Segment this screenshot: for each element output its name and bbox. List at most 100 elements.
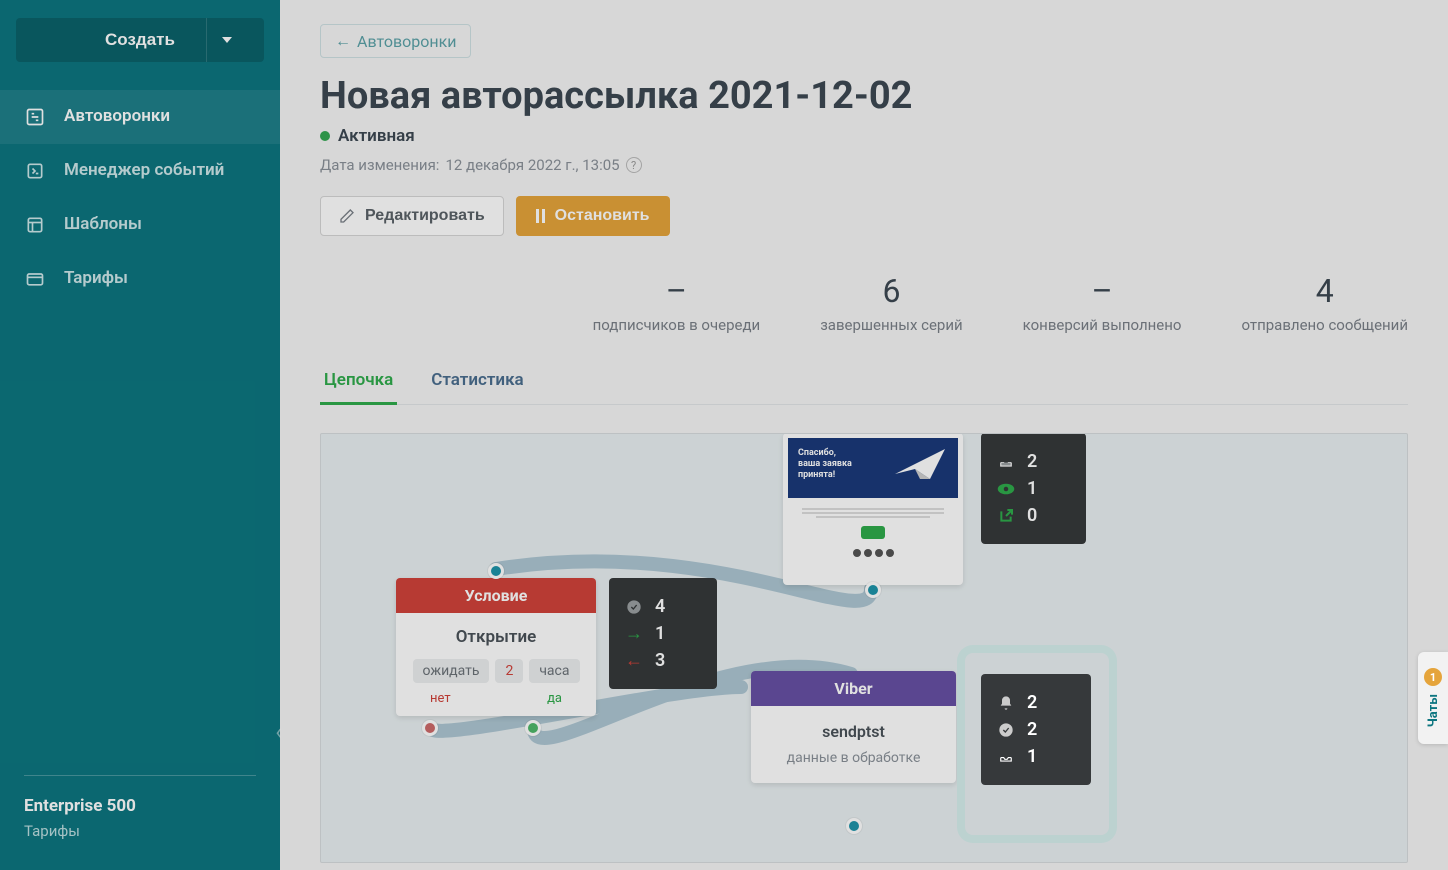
- stat-value: 4: [1241, 272, 1408, 310]
- node-anchor[interactable]: [846, 818, 862, 834]
- chat-label: Чаты: [1426, 694, 1441, 727]
- viber-subtitle: данные в обработке: [763, 749, 944, 767]
- viber-header: Viber: [751, 671, 956, 706]
- back-link[interactable]: ← Автоворонки: [320, 24, 471, 58]
- sidebar-item-label: Менеджер событий: [64, 160, 224, 180]
- status-row: Активная: [320, 126, 1408, 146]
- sidebar-item-templates[interactable]: Шаблоны: [0, 198, 280, 252]
- pricing-icon: [24, 268, 46, 290]
- modified-date: Дата изменения: 12 декабря 2022 г., 13:0…: [320, 156, 1408, 174]
- stat-label: отправлено сообщений: [1241, 316, 1408, 334]
- paper-plane-icon: [890, 444, 950, 484]
- edit-button[interactable]: Редактировать: [320, 196, 504, 236]
- sidebar-item-pricing[interactable]: Тарифы: [0, 252, 280, 306]
- metric-read: 1: [1027, 746, 1037, 767]
- flow-canvas[interactable]: Спасибо, ваша заявка принята! 2 1 0: [320, 433, 1408, 863]
- edit-label: Редактировать: [365, 207, 485, 225]
- back-label: Автоворонки: [357, 32, 456, 51]
- create-dropdown-caret[interactable]: [206, 18, 246, 62]
- chat-tab[interactable]: 1 Чаты: [1418, 652, 1448, 744]
- tab-chain[interactable]: Цепочка: [320, 358, 397, 405]
- stop-label: Остановить: [555, 207, 650, 225]
- email-metrics-panel: 2 1 0: [981, 433, 1086, 544]
- stat-value: –: [593, 272, 761, 310]
- email-thanks-l1: Спасибо,: [798, 448, 852, 459]
- plan-name: Enterprise 500: [24, 796, 256, 816]
- stat-completed: 6завершенных серий: [820, 272, 962, 334]
- date-prefix: Дата изменения:: [320, 156, 439, 174]
- create-label: Создать: [105, 30, 175, 50]
- viber-metrics-panel: 2 2 1: [981, 674, 1091, 785]
- page-title: Новая авторассылка 2021-12-02: [320, 74, 1408, 118]
- node-anchor[interactable]: [865, 582, 881, 598]
- stat-sent: 4 отправлено сообщений: [1241, 272, 1408, 334]
- condition-metrics-panel: 4 → 1 ← 3: [609, 578, 717, 689]
- arrow-right-icon: →: [625, 623, 643, 644]
- flow-node-condition[interactable]: Условие Открытие ожидать 2 часа нет да: [396, 578, 596, 716]
- arrow-left-icon: ←: [335, 31, 351, 51]
- stat-value: –: [1023, 272, 1182, 310]
- tab-stats[interactable]: Статистика: [427, 358, 527, 405]
- arrow-left-icon: ←: [625, 650, 643, 671]
- metric-opened: 1: [1027, 478, 1037, 499]
- eye-icon: [997, 483, 1015, 495]
- check-circle-icon: [625, 599, 643, 615]
- stop-button[interactable]: Остановить: [516, 196, 670, 236]
- metric-clicked: 0: [1027, 505, 1037, 526]
- wait-label: ожидать: [413, 659, 490, 683]
- plan-link[interactable]: Тарифы: [24, 822, 256, 840]
- metric-delivered: 2: [1027, 719, 1037, 740]
- date-value: 12 декабря 2022 г., 13:05: [445, 156, 619, 174]
- inbox-icon: [997, 750, 1015, 764]
- status-dot-icon: [320, 131, 330, 141]
- external-link-icon: [997, 508, 1015, 524]
- email-thanks-l2: ваша заявка: [798, 459, 852, 470]
- stat-value: 6: [820, 272, 962, 310]
- metric-sent: 2: [1027, 692, 1037, 713]
- check-circle-icon: [997, 722, 1015, 738]
- sidebar-item-label: Шаблоны: [64, 214, 142, 234]
- main-content: ← Автоворонки Новая авторассылка 2021-12…: [280, 0, 1448, 870]
- metric-checked: 4: [655, 596, 665, 617]
- sidebar-footer: Enterprise 500 Тарифы: [24, 775, 256, 840]
- tabs: Цепочка Статистика: [320, 358, 1408, 405]
- sidebar-item-label: Автоворонки: [64, 106, 170, 126]
- stats-row: – подписчиков в очереди 6завершенных сери…: [320, 272, 1408, 334]
- inbox-icon: [997, 455, 1015, 469]
- stat-label: конверсий выполнено: [1023, 316, 1182, 334]
- action-bar: Редактировать Остановить: [320, 196, 1408, 236]
- templates-icon: [24, 214, 46, 236]
- status-text: Активная: [338, 126, 415, 146]
- node-anchor[interactable]: [488, 563, 504, 579]
- branch-no-anchor[interactable]: [422, 720, 438, 736]
- metric-yes: 1: [655, 623, 665, 644]
- chevron-down-icon: [222, 37, 232, 43]
- email-thanks-l3: принята!: [798, 470, 852, 481]
- divider: [24, 775, 256, 776]
- help-icon[interactable]: ?: [626, 157, 642, 173]
- condition-header: Условие: [396, 578, 596, 613]
- metric-no: 3: [655, 650, 665, 671]
- sidebar: Создать Автоворонки Менеджер событий Шаб…: [0, 0, 280, 870]
- email-cta: [861, 526, 886, 539]
- branch-yes-anchor[interactable]: [525, 720, 541, 736]
- branch-no-label: нет: [430, 691, 451, 706]
- sidebar-item-label: Тарифы: [64, 268, 128, 288]
- branch-yes-label: да: [547, 691, 562, 706]
- events-icon: [24, 160, 46, 182]
- flow-node-email[interactable]: Спасибо, ваша заявка принята!: [783, 433, 963, 585]
- pencil-icon: [339, 208, 355, 224]
- stat-conversions: – конверсий выполнено: [1023, 272, 1182, 334]
- sidebar-item-funnels[interactable]: Автоворонки: [0, 90, 280, 144]
- sidebar-item-events[interactable]: Менеджер событий: [0, 144, 280, 198]
- condition-title: Открытие: [408, 627, 584, 647]
- flow-node-viber[interactable]: Viber sendptst данные в обработке: [751, 671, 956, 783]
- metric-sent: 2: [1027, 451, 1037, 472]
- wait-unit: часа: [529, 659, 579, 683]
- stat-label: подписчиков в очереди: [593, 316, 761, 334]
- sidebar-collapse-handle[interactable]: ‹: [275, 720, 282, 745]
- viber-title: sendptst: [763, 722, 944, 741]
- bell-icon: [997, 695, 1015, 711]
- create-button[interactable]: Создать: [16, 18, 264, 62]
- stat-queued: – подписчиков в очереди: [593, 272, 761, 334]
